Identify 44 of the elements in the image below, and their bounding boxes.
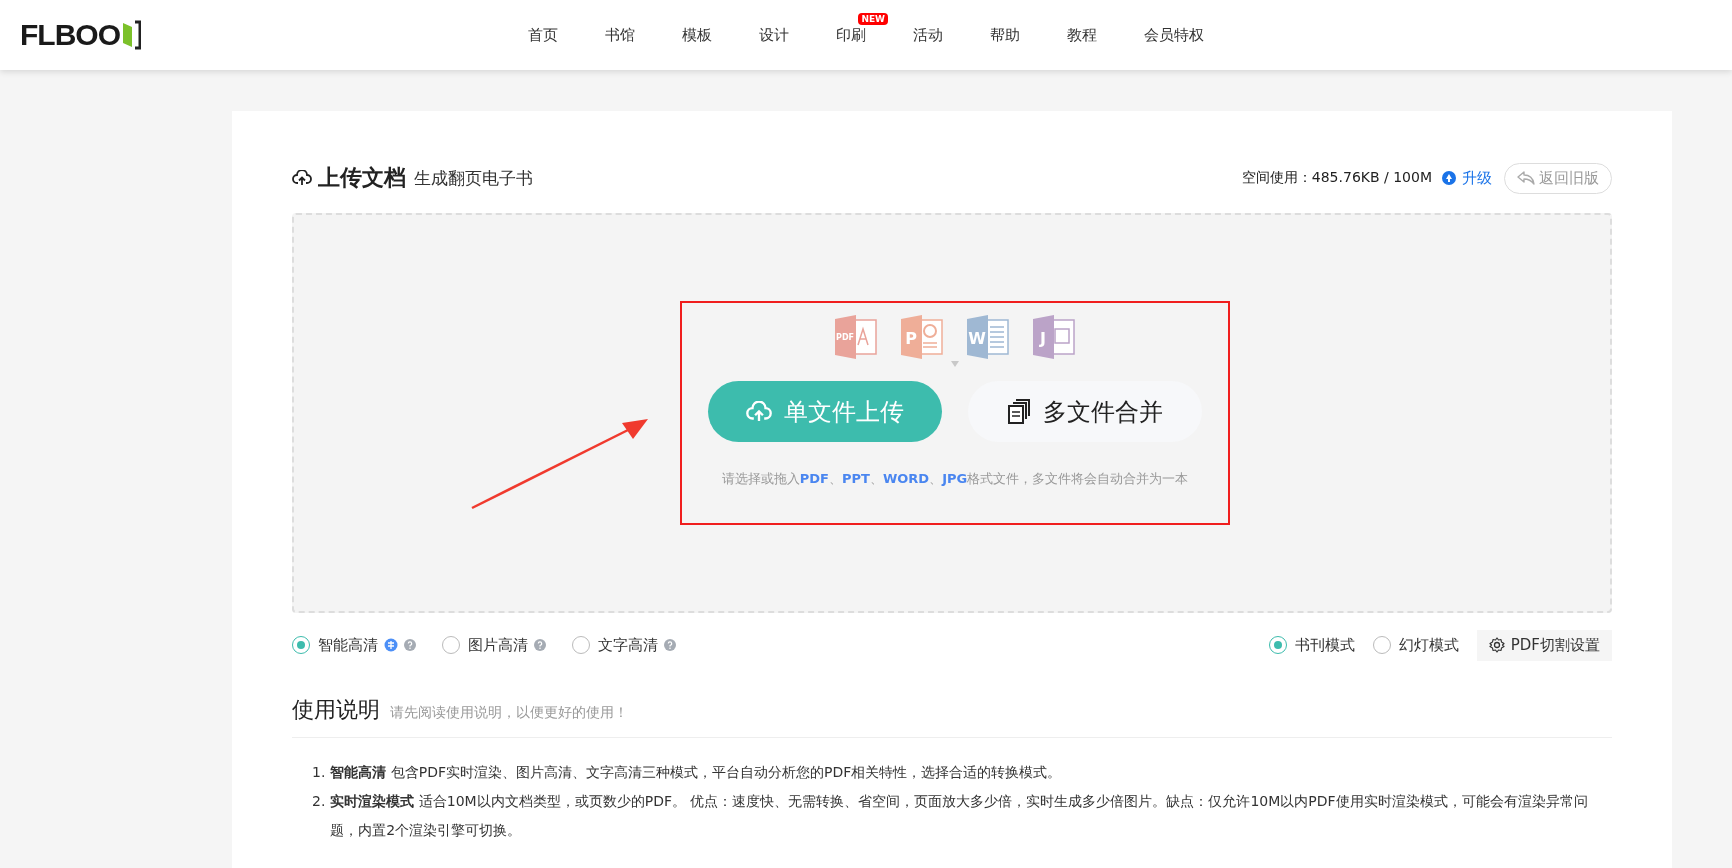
instructions-title: 使用说明 bbox=[292, 696, 380, 724]
radio-button[interactable] bbox=[442, 636, 460, 654]
pdf-split-settings-button[interactable]: PDF切割设置 bbox=[1476, 629, 1612, 661]
mode-option-label[interactable]: 幻灯模式 bbox=[1398, 635, 1459, 655]
radio-button[interactable] bbox=[292, 636, 310, 654]
nav-link[interactable]: 首页 bbox=[528, 26, 558, 44]
upgrade-icon bbox=[1442, 171, 1456, 185]
nav-link[interactable]: 印刷 bbox=[836, 26, 866, 44]
mode-option-label[interactable]: 书刊模式 bbox=[1294, 635, 1355, 655]
nav-link[interactable]: 帮助 bbox=[990, 26, 1020, 44]
cloud-upload-icon bbox=[746, 400, 772, 423]
caret-icon bbox=[951, 361, 959, 367]
storage-usage: 空间使用：485.76KB / 100M bbox=[1241, 169, 1432, 187]
help-icon[interactable] bbox=[534, 639, 546, 651]
upload-title: 上传文档 bbox=[318, 164, 406, 192]
quality-option-label[interactable]: 智能高清 bbox=[318, 635, 378, 655]
nav-link[interactable]: 设计 bbox=[759, 26, 789, 44]
instruction-text: 实时渲染模式 适合10M以内文档类型，或页数少的PDF。 优点：速度快、无需转换、省空间，页面放大多少倍，实时生成多少倍图片。缺点：仅允许10M以内PDF使用实时渲染模式，可能会有渲染异常问题，内置2个渲染引擎可切换。 bbox=[330, 792, 1589, 840]
settings-icon bbox=[1488, 637, 1505, 653]
nav-link[interactable]: 活动 bbox=[913, 26, 943, 44]
help-icon[interactable] bbox=[404, 639, 416, 651]
multi-merge-button[interactable]: 多文件合并 bbox=[968, 381, 1202, 442]
radio-button[interactable] bbox=[572, 636, 590, 654]
nav-link[interactable]: 模板 bbox=[682, 26, 712, 44]
reply-arrow-icon bbox=[1517, 171, 1535, 185]
nav-link[interactable]: 会员特权 bbox=[1144, 26, 1204, 44]
help-icon[interactable] bbox=[664, 639, 676, 651]
cloud-upload-icon bbox=[292, 170, 312, 186]
quality-option-label[interactable]: 图片高清 bbox=[468, 635, 528, 655]
instruction-text: 智能高清 包含PDF实时渲染、图片高清、文字高清三种模式，平台自动分析您的PDF相关特性，选择合适的转换模式。 bbox=[330, 763, 1063, 782]
list-number: 1. bbox=[312, 763, 326, 782]
book-logo-icon bbox=[121, 20, 141, 50]
radio-button[interactable] bbox=[1268, 636, 1287, 654]
upload-subtitle: 生成翻页电子书 bbox=[414, 166, 533, 190]
instructions-subtitle: 请先阅读使用说明，以便更好的使用！ bbox=[390, 704, 628, 722]
list-number: 2. bbox=[312, 792, 326, 811]
nav-link[interactable]: 教程 bbox=[1067, 26, 1097, 44]
documents-icon bbox=[1007, 398, 1031, 425]
radio-button[interactable] bbox=[1372, 636, 1391, 654]
new-badge: NEW bbox=[858, 13, 888, 25]
logo-wordmark[interactable]: FLBOO bbox=[20, 18, 120, 52]
nav-link[interactable]: 书馆 bbox=[605, 26, 635, 44]
quality-option-label[interactable]: 文字高清 bbox=[598, 635, 658, 655]
upgrade-link[interactable]: 升级 bbox=[1462, 168, 1492, 188]
